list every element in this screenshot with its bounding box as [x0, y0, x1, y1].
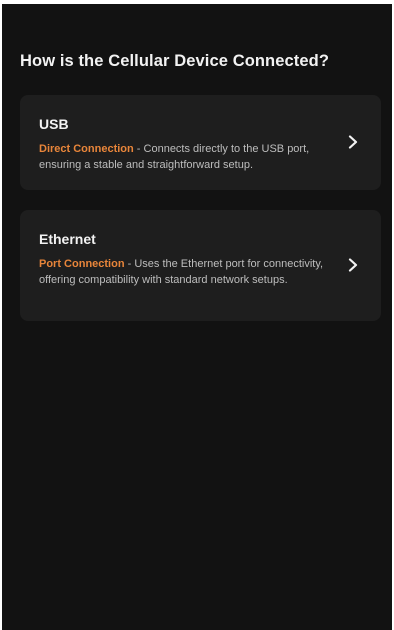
option-description: Direct Connection - Connects directly to… [39, 141, 333, 173]
option-highlight: Direct Connection [39, 143, 134, 155]
chevron-right-icon [347, 258, 359, 272]
option-highlight: Port Connection [39, 258, 125, 270]
option-title: Ethernet [39, 231, 96, 247]
usb-option-card[interactable]: USB Direct Connection - Connects directl… [20, 95, 381, 190]
option-separator: - [133, 143, 144, 155]
option-title: USB [39, 116, 69, 132]
screen: How is the Cellular Device Connected? US… [2, 4, 392, 630]
ethernet-option-card[interactable]: Ethernet Port Connection - Uses the Ethe… [20, 210, 381, 321]
option-separator: - [124, 258, 135, 270]
page-title: How is the Cellular Device Connected? [20, 52, 330, 70]
option-description: Port Connection - Uses the Ethernet port… [39, 256, 333, 288]
chevron-right-icon [347, 135, 359, 149]
